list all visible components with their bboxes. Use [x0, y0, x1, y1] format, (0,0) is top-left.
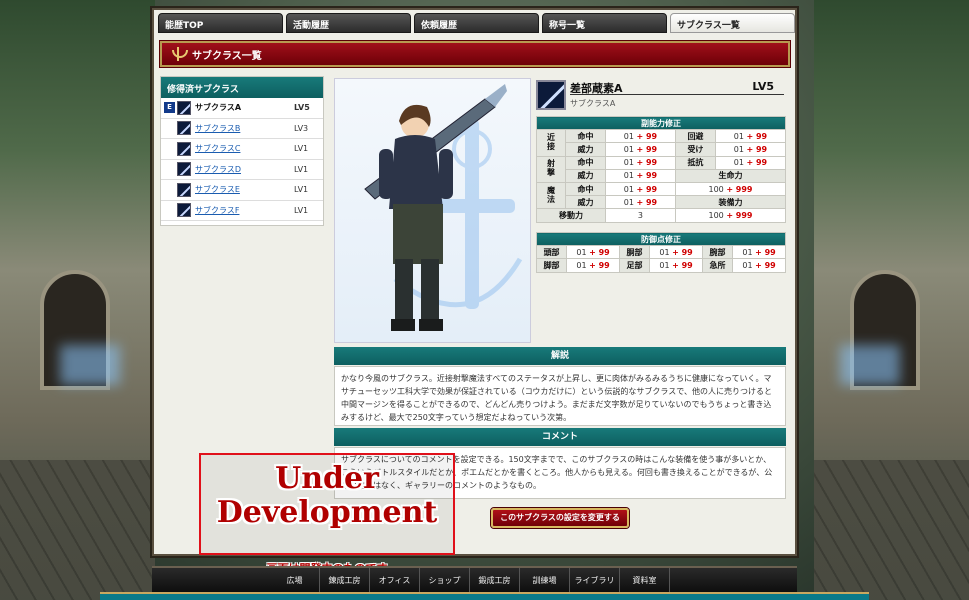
subclass-link[interactable]: サブクラスE	[195, 184, 294, 195]
group-ranged: 射撃	[546, 159, 556, 178]
subclass-link[interactable]: サブクラスF	[195, 205, 294, 216]
change-subclass-settings-button[interactable]: このサブクラスの設定を変更する	[491, 508, 629, 528]
background-floor-left	[0, 460, 155, 600]
nav-training[interactable]: 訓練場	[520, 568, 570, 594]
label-power: 威力	[565, 142, 606, 157]
nav-shop[interactable]: ショップ	[420, 568, 470, 594]
subclass-level: LV1	[294, 205, 309, 215]
subclass-list-item-b: サブクラスB LV3	[161, 119, 323, 139]
background-floor-right	[814, 460, 969, 600]
ability-modifier-table: 副能力修正 近接 命中 01 + 99 回避 01 + 99 威力 01 + 9…	[536, 115, 787, 223]
character-portrait	[334, 78, 531, 343]
label-vital: 急所	[701, 258, 734, 273]
nav-library[interactable]: ライブラリ	[570, 568, 620, 594]
sword-icon	[177, 162, 191, 177]
label-evade: 回避	[674, 129, 716, 144]
description-text: かなり今風のサブクラス。近接射撃魔法すべてのステータスが上昇し、更に肉体がみるみ…	[334, 366, 786, 426]
label-leg: 脚部	[535, 258, 568, 273]
nav-workshop[interactable]: 錬成工房	[320, 568, 370, 594]
page-title: サブクラス一覧	[192, 50, 262, 62]
tab-history-top[interactable]: 能歴TOP	[158, 13, 283, 33]
subclass-level: LV1	[294, 144, 309, 154]
background-glow-left	[60, 345, 120, 385]
nav-forge[interactable]: 鍛成工房	[470, 568, 520, 594]
subclass-link[interactable]: サブクラスB	[195, 123, 294, 134]
sword-icon	[177, 182, 191, 197]
subclass-list-item-e: サブクラスE LV1	[161, 180, 323, 201]
subclass-level: LV3	[294, 123, 309, 133]
bottom-strip	[100, 592, 869, 600]
label-receive: 受け	[674, 142, 716, 157]
sword-icon	[177, 100, 191, 115]
nav-archive[interactable]: 資料室	[620, 568, 670, 594]
defense-modifier-table: 防御点修正 頭部 01 + 99 胴部 01 + 99 腕部 01 + 99 脚…	[535, 231, 786, 273]
label-head: 頭部	[535, 245, 568, 260]
tab-activity-history[interactable]: 活動履歴	[286, 13, 411, 33]
label-foot: 足部	[618, 258, 651, 273]
label-move: 移動力	[536, 208, 606, 223]
subclass-list-header: 修得済サブクラス	[161, 77, 323, 98]
label-arm: 腕部	[701, 245, 734, 260]
group-melee: 近接	[546, 132, 556, 151]
tab-subclass-list[interactable]: サブクラス一覧	[670, 13, 795, 33]
label-equip: 装備力	[674, 195, 787, 210]
subclass-link[interactable]: サブクラスC	[195, 143, 294, 154]
label-life: 生命力	[674, 168, 787, 183]
subclass-list-item-d: サブクラスD LV1	[161, 160, 323, 180]
subclass-list-item-a[interactable]: E サブクラスA LV5	[161, 98, 323, 119]
ability-modifier-header: 副能力修正	[536, 115, 786, 131]
comment-header: コメント	[334, 428, 786, 446]
under-development-text: Under Development	[216, 461, 438, 530]
subclass-detail-level: LV5	[752, 80, 774, 93]
label-resist: 抵抗	[674, 155, 716, 170]
character-illustration	[364, 84, 523, 331]
tab-bar: 能歴TOP 活動履歴 依頼履歴 称号一覧 サブクラス一覧	[158, 13, 795, 33]
tab-titles[interactable]: 称号一覧	[542, 13, 667, 33]
subclass-level: LV5	[294, 103, 310, 113]
sword-icon	[177, 121, 191, 136]
nav-plaza[interactable]: 広場	[270, 568, 320, 594]
label-hit: 命中	[565, 129, 606, 144]
label-torso: 胴部	[618, 245, 651, 260]
background-glow-right	[840, 345, 900, 385]
subclass-detail-type: サブクラスA	[570, 99, 616, 108]
sword-icon	[177, 141, 191, 156]
group-magic: 魔法	[546, 185, 556, 204]
bottom-navigation: 広場 錬成工房 オフィス ショップ 鍛成工房 訓練場 ライブラリ 資料室	[152, 566, 797, 594]
tab-request-history[interactable]: 依頼履歴	[414, 13, 539, 33]
sword-icon	[177, 203, 191, 218]
defense-modifier-header: 防御点修正	[536, 231, 786, 247]
subclass-level: LV1	[294, 185, 309, 195]
emblem-icon	[170, 46, 188, 62]
subclass-list-item-c: サブクラスC LV1	[161, 139, 323, 160]
subclass-level: LV1	[294, 164, 309, 174]
page-title-bar: サブクラス一覧	[160, 41, 790, 67]
move-value: 3	[604, 208, 676, 223]
subclass-detail-header: 差部蔵素A LV5 サブクラスA	[536, 80, 784, 116]
subclass-list-item-f: サブクラスF LV1	[161, 201, 323, 221]
description-header: 解説	[334, 347, 786, 365]
subclass-name: サブクラスA	[195, 103, 242, 113]
sword-icon	[536, 80, 566, 110]
equipped-badge: E	[164, 102, 175, 114]
nav-office[interactable]: オフィス	[370, 568, 420, 594]
subclass-list-panel: 修得済サブクラス E サブクラスA LV5 サブクラスB LV3 サブクラスC …	[160, 76, 324, 226]
subclass-link[interactable]: サブクラスD	[195, 164, 294, 175]
